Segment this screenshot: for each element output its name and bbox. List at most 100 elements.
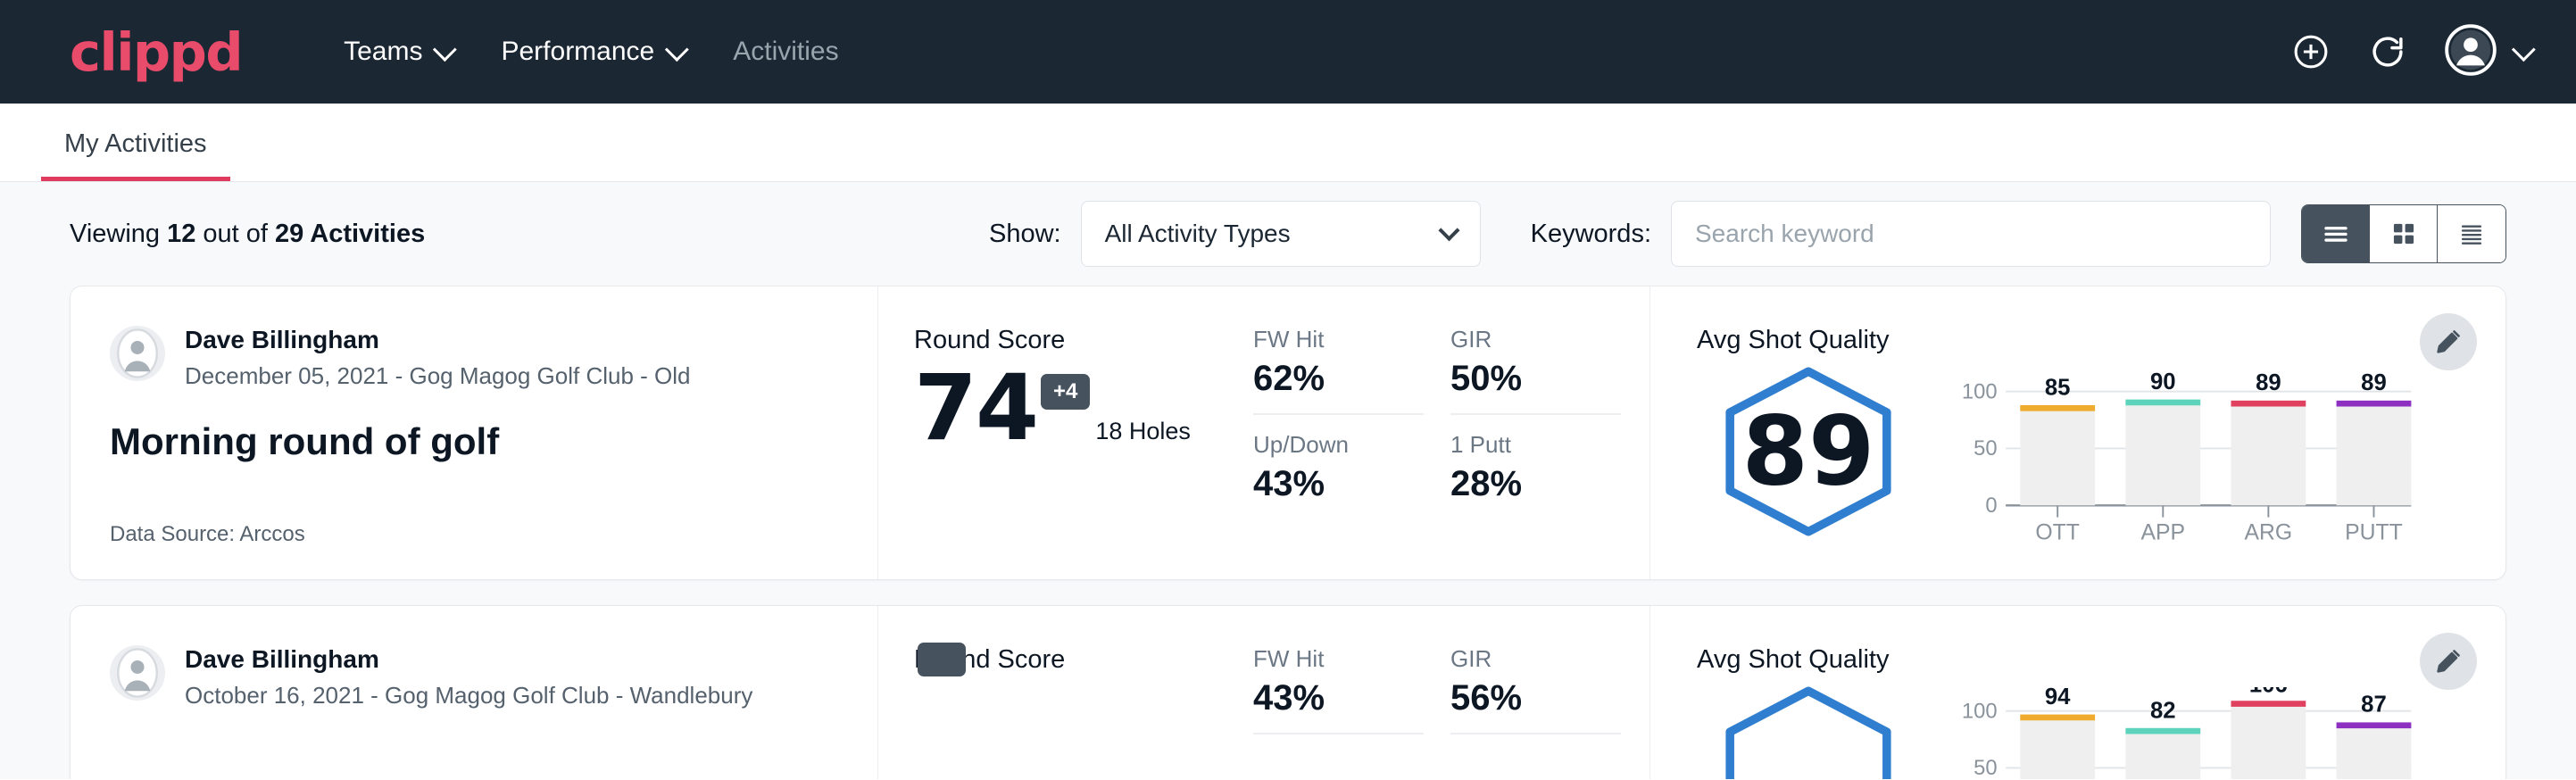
activity-info: Dave Billingham October 16, 2021 - Gog M… <box>71 606 878 779</box>
plus-circle-icon[interactable] <box>2291 32 2331 71</box>
stat-value: 50% <box>1450 359 1621 399</box>
activities-toolbar: Viewing 12 out of 29 Activities Show: Al… <box>70 182 2506 286</box>
round-score-row <box>914 685 1253 719</box>
refresh-icon[interactable] <box>2368 32 2407 71</box>
nav-item-label: Activities <box>733 37 838 67</box>
y-tick-100: 100 <box>1962 699 1998 723</box>
chevron-down-icon <box>2512 37 2536 62</box>
activity-type-select[interactable]: All Activity Types <box>1081 201 1481 267</box>
detail-view-button[interactable] <box>2438 205 2505 262</box>
bar-value: 82 <box>2150 698 2176 723</box>
stat-up-down <box>1253 751 1424 770</box>
bar-app: 90 APP <box>2125 369 2200 545</box>
author-name: Dave Billingham <box>185 645 752 674</box>
bar-putt: 89 PUTT <box>2337 370 2412 545</box>
tab-label: My Activities <box>64 129 207 158</box>
nav-item-teams[interactable]: Teams <box>319 28 476 76</box>
bar-ott: 94 OTT <box>2020 685 2095 779</box>
header-actions <box>2291 24 2530 80</box>
score-delta-badge <box>918 643 966 676</box>
list-lines-icon <box>2319 217 2353 251</box>
bar-arg: 106 ARG <box>2231 678 2306 779</box>
pencil-icon <box>2433 327 2464 357</box>
bar-ott: 85 OTT <box>2020 375 2095 544</box>
y-tick-50: 50 <box>1974 436 1997 461</box>
stat-value: 28% <box>1450 464 1621 504</box>
stat-label: FW Hit <box>1253 645 1424 673</box>
nav-item-label: Performance <box>501 37 654 67</box>
avg-shot-quality-label: Avg Shot Quality <box>1697 645 2505 675</box>
bar-value: 89 <box>2361 370 2387 395</box>
stat-fw-hit: FW Hit 62% <box>1253 326 1424 415</box>
edit-activity-button[interactable] <box>2420 313 2477 370</box>
stat-fw-hit: FW Hit 43% <box>1253 645 1424 734</box>
activity-title: Morning round of golf <box>110 420 835 463</box>
stat-value: 43% <box>1253 464 1424 504</box>
activity-author: Dave Billingham December 05, 2021 - Gog … <box>110 326 835 390</box>
y-tick-0: 0 <box>1985 494 1997 518</box>
edit-activity-button[interactable] <box>2420 633 2477 690</box>
nav-item-performance[interactable]: Performance <box>476 28 708 76</box>
list-view-button[interactable] <box>2302 205 2370 262</box>
toolbar-controls: Show: All Activity Types Keywords: <box>989 201 2506 267</box>
view-mode-toggle <box>2301 204 2506 263</box>
app-header: clippd Teams Performance Activities <box>0 0 2576 104</box>
quality-score-value: 89 <box>1742 396 1875 507</box>
search-input[interactable] <box>1695 220 2247 248</box>
stat-one-putt: 1 Putt 28% <box>1450 431 1621 519</box>
activity-info: Dave Billingham December 05, 2021 - Gog … <box>71 286 878 579</box>
round-score-label: Round Score <box>914 326 1253 355</box>
bar-category: ARG <box>2245 520 2293 544</box>
avg-shot-quality-body: 100 50 0 94 OTT <box>1697 678 2505 779</box>
bar-value: 90 <box>2150 369 2176 394</box>
account-avatar-icon <box>2445 24 2497 80</box>
search-keyword-box[interactable] <box>1671 201 2271 267</box>
round-score-row: 74 +4 18 Holes <box>914 366 1253 452</box>
stat-up-down: Up/Down 43% <box>1253 431 1424 519</box>
clippd-logo[interactable]: clippd <box>70 26 242 79</box>
activity-card[interactable]: Dave Billingham December 05, 2021 - Gog … <box>70 286 2506 580</box>
stat-value: 43% <box>1253 678 1424 718</box>
stat-gir: GIR 50% <box>1450 326 1621 415</box>
main-nav: Teams Performance Activities <box>319 28 863 76</box>
stat-value: 62% <box>1253 359 1424 399</box>
bar-putt: 87 PUTT <box>2337 693 2412 779</box>
bar-value: 87 <box>2361 693 2387 718</box>
activity-card[interactable]: Dave Billingham October 16, 2021 - Gog M… <box>70 605 2506 779</box>
quality-hexagon <box>1697 678 1920 779</box>
grid-view-button[interactable] <box>2370 205 2438 262</box>
holes-count: 18 Holes <box>1095 418 1191 445</box>
avg-shot-quality-body: 89 100 50 0 85 <box>1697 359 2505 546</box>
tab-my-activities[interactable]: My Activities <box>41 129 230 181</box>
y-tick-50: 50 <box>1974 756 1997 779</box>
chevron-down-icon <box>665 37 689 62</box>
stat-label: GIR <box>1450 645 1621 673</box>
show-label: Show: <box>989 220 1061 249</box>
round-score-block: Round Score 74 +4 18 Holes <box>878 286 1253 579</box>
shot-quality-bar-chart: 100 50 0 85 OTT <box>1936 359 2436 546</box>
viewing-summary: Viewing 12 out of 29 Activities <box>70 220 425 249</box>
bar-category: APP <box>2141 520 2186 544</box>
avg-shot-quality-block: Avg Shot Quality 100 50 0 <box>1650 606 2505 779</box>
pencil-icon <box>2433 646 2464 676</box>
bar-category: OTT <box>2035 520 2080 544</box>
round-stats-grid: FW Hit 43% GIR 56% <box>1253 606 1650 779</box>
avatar <box>110 645 165 701</box>
nav-item-label: Teams <box>344 37 422 67</box>
activity-meta: October 16, 2021 - Gog Magog Golf Club -… <box>185 682 752 709</box>
stat-label: Up/Down <box>1253 431 1424 459</box>
activity-data-source: Data Source: Arccos <box>110 522 835 547</box>
activity-author: Dave Billingham October 16, 2021 - Gog M… <box>110 645 835 709</box>
chevron-down-icon <box>1438 220 1459 241</box>
account-menu[interactable] <box>2445 24 2530 80</box>
bar-arg: 89 ARG <box>2231 370 2306 545</box>
y-tick-100: 100 <box>1962 379 1998 403</box>
avatar <box>110 326 165 381</box>
activity-meta: December 05, 2021 - Gog Magog Golf Club … <box>185 362 691 390</box>
viewing-prefix: Viewing <box>70 220 167 248</box>
shot-quality-bar-chart: 100 50 0 94 OTT <box>1936 678 2436 779</box>
nav-item-activities[interactable]: Activities <box>708 28 863 76</box>
avg-shot-quality-block: Avg Shot Quality 89 100 50 0 <box>1650 286 2505 579</box>
activity-type-value: All Activity Types <box>1105 220 1442 248</box>
detail-lines-icon <box>2455 217 2489 251</box>
